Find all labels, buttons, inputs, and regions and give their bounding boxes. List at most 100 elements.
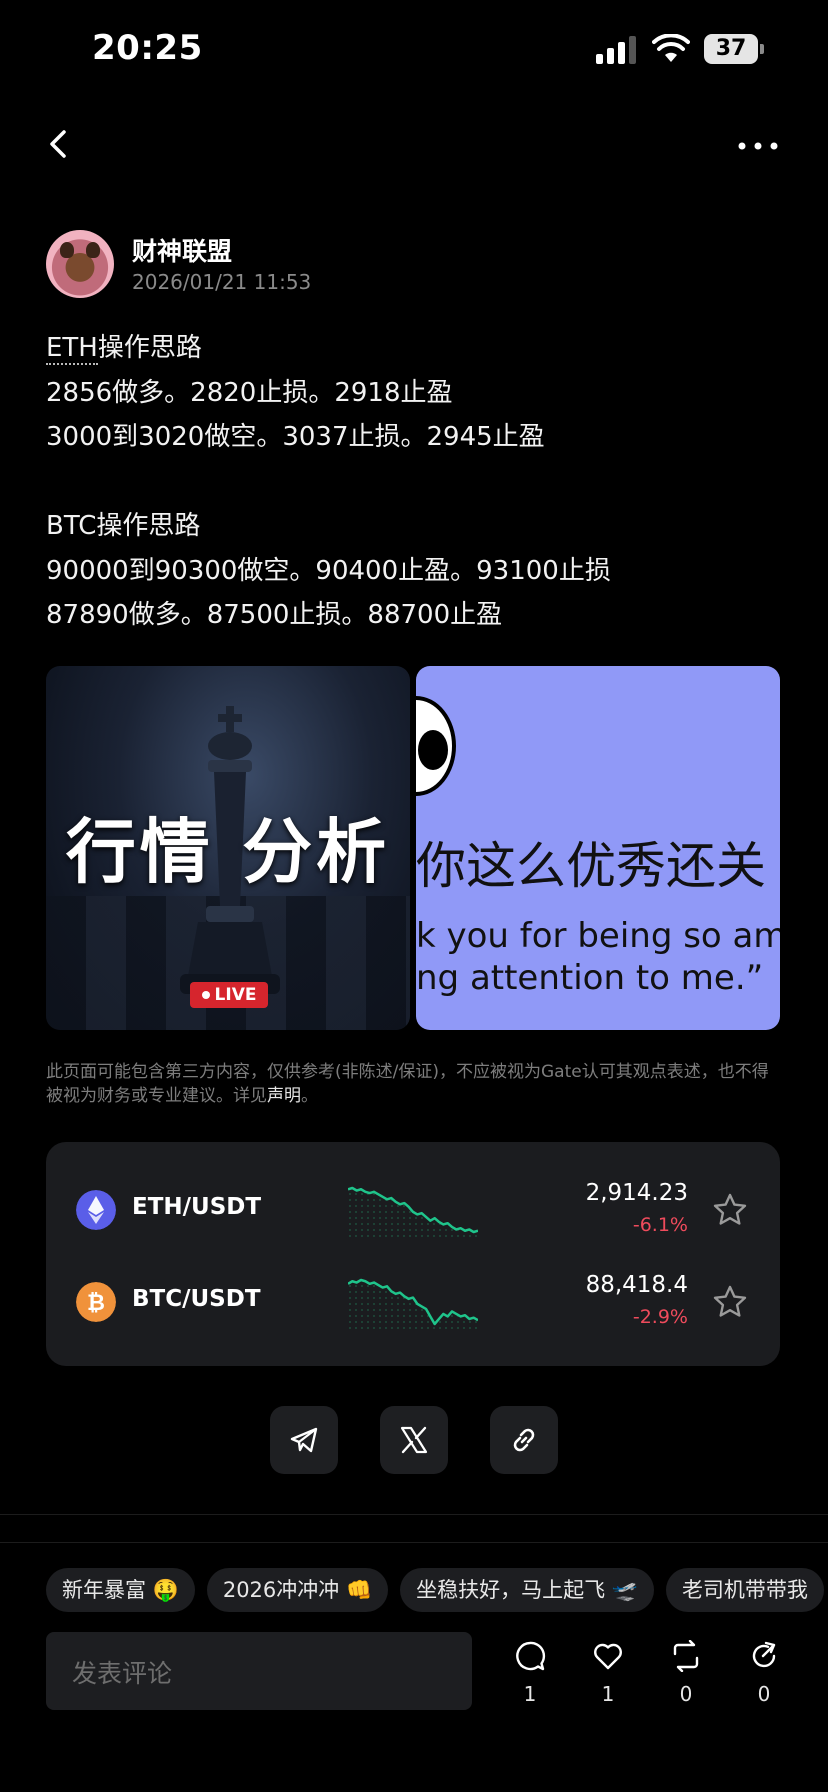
sparkline-fill-dot [415, 1217, 417, 1219]
sparkline-fill-dot [385, 1235, 387, 1237]
sparkline-fill-dot [403, 1229, 405, 1231]
back-chevron-icon[interactable] [40, 124, 80, 164]
sparkline-fill-dot [349, 1223, 351, 1225]
market-row-eth[interactable]: ETH/USDT 2,914.23 -6.1% [46, 1164, 780, 1254]
pair-name: BTC/USDT [132, 1286, 261, 1312]
sparkline-fill-dot [349, 1235, 351, 1237]
topic-tag[interactable]: 新年暴富 🤑 [46, 1568, 195, 1612]
sparkline-fill-dot [361, 1217, 363, 1219]
sparkline-fill-dot [391, 1223, 393, 1225]
comment-input[interactable]: 发表评论 [46, 1632, 472, 1710]
sparkline-fill-dot [391, 1205, 393, 1207]
market-row-btc[interactable]: ₿ BTC/USDT 88,418.4 -2.9% [46, 1256, 780, 1346]
copy-link-button[interactable] [490, 1406, 558, 1474]
live-badge: LIVE [190, 982, 268, 1008]
sparkline-fill-dot [397, 1327, 399, 1329]
disclaimer-link[interactable]: 声明 [267, 1086, 301, 1106]
share-telegram-button[interactable] [270, 1406, 338, 1474]
status-bar: 20:25 37 [0, 0, 828, 100]
sparkline-fill-dot [391, 1303, 393, 1305]
sparkline-fill-dot [367, 1303, 369, 1305]
sparkline-fill-dot [469, 1235, 471, 1237]
comment-count: 1 [523, 1682, 537, 1706]
sparkline-fill-dot [349, 1205, 351, 1207]
author-name[interactable]: 财神联盟 [132, 232, 232, 268]
sparkline-fill-dot [355, 1291, 357, 1293]
share-button[interactable]: 0 [734, 1636, 794, 1716]
sparkline-fill-dot [445, 1327, 447, 1329]
sparkline-fill-dot [361, 1297, 363, 1299]
sparkline-fill-dot [403, 1205, 405, 1207]
avatar[interactable] [46, 230, 114, 298]
post-image-meme[interactable]: 你这么优秀还关 k you for being so amaz ng atten… [416, 666, 780, 1030]
post-images: 行情 分析 LIVE 你这么优秀还关 k you for being so am… [46, 666, 780, 1030]
sparkline-fill-dot [367, 1205, 369, 1207]
meme-caption-en-1: k you for being so amaz [416, 916, 780, 956]
sparkline-fill-dot [367, 1229, 369, 1231]
sparkline-fill-dot [361, 1291, 363, 1293]
sparkline-fill-dot [349, 1327, 351, 1329]
share-count: 0 [757, 1682, 771, 1706]
sparkline-fill-dot [391, 1297, 393, 1299]
sparkline-fill-dot [373, 1303, 375, 1305]
sparkline-fill-dot [421, 1315, 423, 1317]
topic-tag[interactable]: 2026冲冲冲 👊 [206, 1568, 389, 1612]
wifi-icon [652, 34, 690, 62]
sparkline-fill-dot [391, 1217, 393, 1219]
sparkline-fill-dot [397, 1297, 399, 1299]
sparkline-fill-dot [367, 1309, 369, 1311]
sparkline-fill-dot [421, 1309, 423, 1311]
sparkline-fill-dot [367, 1321, 369, 1323]
sparkline-fill-dot [361, 1235, 363, 1237]
sparkline-fill-dot [385, 1211, 387, 1213]
sparkline-fill-dot [367, 1199, 369, 1201]
favorite-star-icon[interactable] [712, 1284, 748, 1320]
sparkline-fill-dot [349, 1199, 351, 1201]
ethereum-icon [76, 1190, 116, 1230]
pair-change: -2.9% [632, 1306, 688, 1328]
sparkline-fill-dot [349, 1193, 351, 1195]
sparkline-fill-dot [403, 1211, 405, 1213]
sparkline-fill-dot [349, 1285, 351, 1287]
sparkline-fill-dot [379, 1297, 381, 1299]
sparkline-fill-dot [409, 1309, 411, 1311]
sparkline-fill-dot [397, 1211, 399, 1213]
comment-bubble-icon [516, 1641, 546, 1671]
sparkline-fill-dot [373, 1205, 375, 1207]
share-x-button[interactable] [380, 1406, 448, 1474]
sparkline-fill-dot [361, 1321, 363, 1323]
sparkline-fill-dot [409, 1223, 411, 1225]
sparkline-fill-dot [427, 1321, 429, 1323]
topic-tag[interactable]: 老司机带带我 [665, 1568, 824, 1612]
sparkline-fill-dot [379, 1321, 381, 1323]
more-options-icon[interactable] [730, 124, 790, 164]
sparkline-fill-dot [457, 1235, 459, 1237]
sparkline-fill-dot [445, 1229, 447, 1231]
topic-tag[interactable]: 坐稳扶好，马上起飞 🛫 [400, 1568, 654, 1612]
sparkline-fill-dot [409, 1229, 411, 1231]
sparkline-fill-dot [379, 1235, 381, 1237]
like-button[interactable]: 1 [578, 1636, 638, 1716]
sparkline-fill-dot [367, 1217, 369, 1219]
sparkline-fill-dot [361, 1327, 363, 1329]
sparkline-fill-dot [415, 1309, 417, 1311]
sparkline-fill-dot [421, 1327, 423, 1329]
sparkline-fill-dot [367, 1315, 369, 1317]
sparkline-fill-dot [379, 1315, 381, 1317]
sparkline-fill-dot [445, 1321, 447, 1323]
repost-icon [673, 1640, 699, 1672]
sparkline-fill-dot [379, 1229, 381, 1231]
sparkline-fill-dot [367, 1285, 369, 1287]
sparkline-fill-dot [457, 1327, 459, 1329]
ticker-link-eth[interactable]: ETH [46, 333, 98, 365]
related-markets-card: ETH/USDT 2,914.23 -6.1% ₿ BTC/USDT 88,41… [46, 1142, 780, 1366]
post-image-market-analysis[interactable]: 行情 分析 LIVE [46, 666, 410, 1030]
price-sparkline [348, 1186, 478, 1237]
comment-button[interactable]: 1 [500, 1636, 560, 1716]
repost-button[interactable]: 0 [656, 1636, 716, 1716]
sparkline-fill-dot [397, 1235, 399, 1237]
sparkline-fill-dot [391, 1229, 393, 1231]
sparkline-fill-dot [409, 1315, 411, 1317]
sparkline-fill-dot [427, 1223, 429, 1225]
favorite-star-icon[interactable] [712, 1192, 748, 1228]
